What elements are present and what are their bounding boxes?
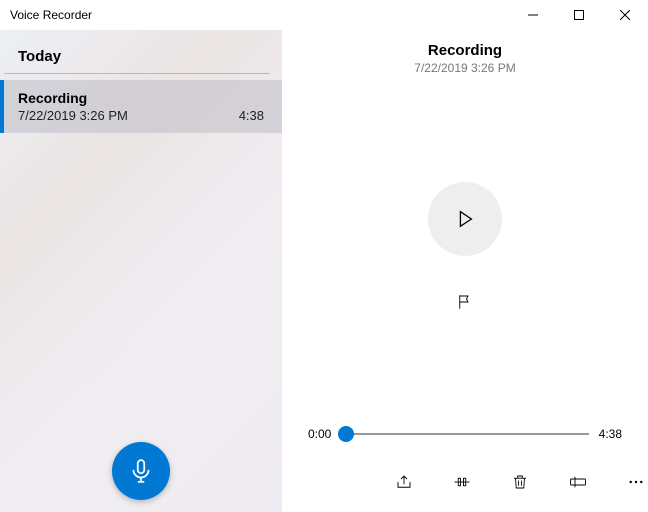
more-icon: [627, 473, 645, 491]
recordings-list: Recording 7/22/2019 3:26 PM 4:38: [0, 74, 282, 133]
minimize-button[interactable]: [510, 0, 556, 30]
maximize-button[interactable]: [556, 0, 602, 30]
microphone-icon: [128, 458, 154, 484]
record-button[interactable]: [112, 442, 170, 500]
more-button[interactable]: [624, 470, 648, 494]
maximize-icon: [574, 10, 584, 20]
trash-icon: [511, 473, 529, 491]
recording-list-item[interactable]: Recording 7/22/2019 3:26 PM 4:38: [0, 80, 282, 133]
detail-toolbar: [282, 462, 648, 512]
app-body: Today Recording 7/22/2019 3:26 PM 4:38: [0, 30, 648, 512]
current-time: 0:00: [308, 427, 331, 441]
detail-pane: Recording 7/22/2019 3:26 PM 0:00: [282, 30, 648, 512]
rename-button[interactable]: [566, 470, 590, 494]
recordings-sidebar: Today Recording 7/22/2019 3:26 PM 4:38: [0, 30, 282, 512]
play-button[interactable]: [428, 182, 502, 256]
share-icon: [395, 473, 413, 491]
trim-button[interactable]: [450, 470, 474, 494]
trim-icon: [453, 473, 471, 491]
minimize-icon: [528, 10, 538, 20]
detail-title: Recording: [414, 42, 515, 59]
total-time: 4:38: [599, 427, 622, 441]
slider-track: [341, 433, 588, 435]
section-header-today: Today: [4, 30, 270, 74]
slider-thumb[interactable]: [338, 426, 354, 442]
recording-title: Recording: [18, 90, 264, 106]
rename-icon: [569, 473, 587, 491]
detail-header: Recording 7/22/2019 3:26 PM: [414, 30, 515, 75]
add-marker-button[interactable]: [447, 284, 483, 320]
playback-slider-row: 0:00 4:38: [282, 426, 648, 442]
app-title: Voice Recorder: [10, 8, 92, 22]
share-button[interactable]: [392, 470, 416, 494]
delete-button[interactable]: [508, 470, 532, 494]
recording-duration: 4:38: [239, 108, 264, 123]
detail-date: 7/22/2019 3:26 PM: [414, 61, 515, 75]
flag-icon: [456, 293, 474, 311]
close-icon: [620, 10, 630, 20]
titlebar[interactable]: Voice Recorder: [0, 0, 648, 30]
close-button[interactable]: [602, 0, 648, 30]
recording-date: 7/22/2019 3:26 PM: [18, 108, 128, 123]
playback-slider[interactable]: [341, 426, 588, 442]
play-icon: [454, 208, 476, 230]
app-window: Voice Recorder Today Recording 7/22/2019…: [0, 0, 648, 512]
